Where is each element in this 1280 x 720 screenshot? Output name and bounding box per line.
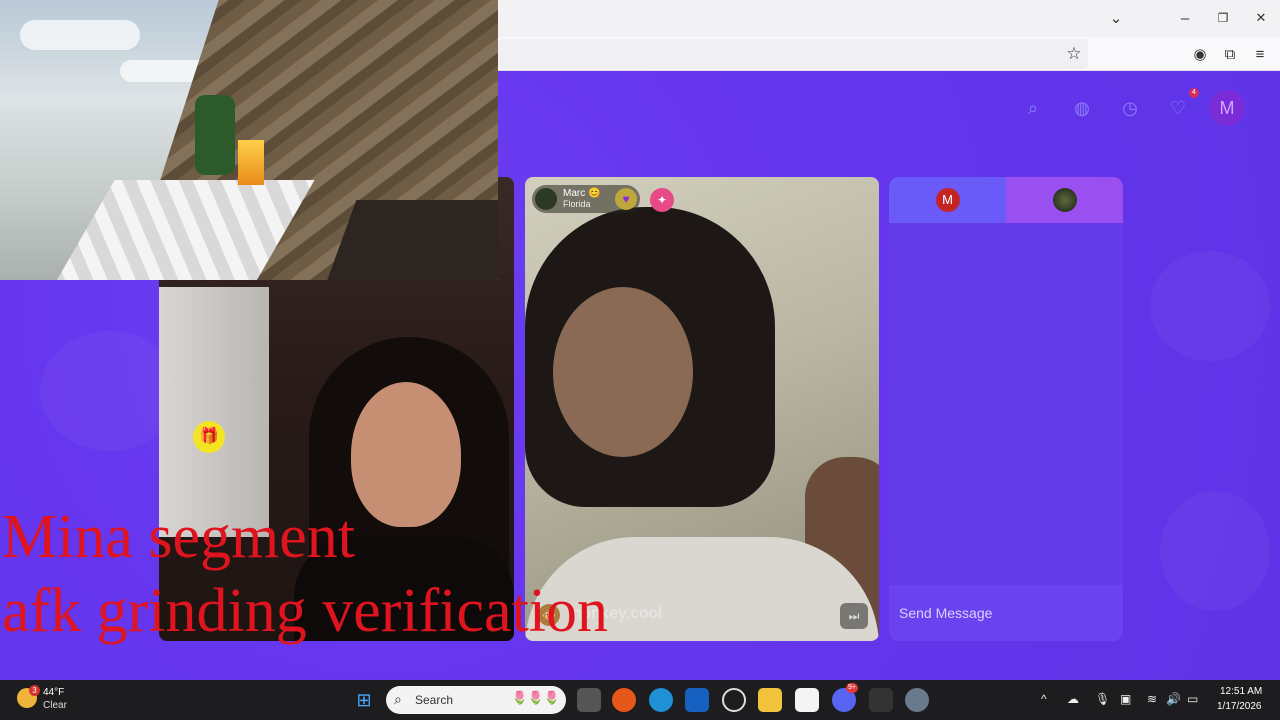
messages-badge: 4 [1189,88,1199,98]
my-avatar: M [935,188,960,212]
tray-chevron-icon[interactable]: ^ [1041,692,1047,706]
restore-icon[interactable]: ❐ [1210,5,1236,31]
edge-icon[interactable] [649,688,673,712]
search-icon: ⌕ [394,691,402,707]
taskbar-search-label: Search [415,693,454,707]
app-icon[interactable] [869,688,893,712]
chatgpt-icon[interactable] [722,688,746,712]
caption-line-1: Mina segment [2,503,355,571]
minimize-icon[interactable]: – [1172,5,1198,31]
address-bar[interactable] [498,39,1088,69]
volume-icon[interactable]: 🔊 [1166,692,1181,706]
history-icon[interactable]: ◷ [1116,93,1144,123]
background-blob [1160,491,1270,611]
clock-time[interactable]: 12:51 AM [1220,686,1262,697]
send-message-input[interactable]: Send Message [889,585,1123,641]
partner-avatar [1052,188,1077,212]
video-person-face [553,287,693,457]
clock-date[interactable]: 1/17/2026 [1217,701,1262,712]
remote-user-chip[interactable]: Marc 😊 Florida ♥ [532,185,640,213]
battery-icon[interactable]: ▭ [1187,692,1198,706]
user-badge-icon: ✦ [650,188,674,212]
coins-icon[interactable]: ◍ [1068,93,1096,123]
heart-icon[interactable]: ♥ [615,188,637,210]
task-view-icon[interactable] [577,688,601,712]
sky-cloud [20,20,140,50]
wifi-icon[interactable]: ≋ [1147,692,1157,706]
chat-tab-me[interactable]: M [889,177,1006,223]
close-icon[interactable]: ✕ [1248,5,1274,31]
star-icon[interactable]: ☆ [1061,41,1087,67]
caption-overlay: Mina segment afk grinding verification [2,500,608,648]
file-explorer-icon[interactable] [758,688,782,712]
chat-tab-partner[interactable] [1006,177,1123,223]
extensions-icon[interactable]: ⧉ [1217,41,1243,67]
weather-temperature: 44°F [43,687,65,698]
search-icon[interactable]: ⌕ [1019,93,1047,123]
profile-avatar[interactable]: M [1209,90,1245,126]
store-icon[interactable] [795,688,819,712]
chat-panel: M Send Message [889,177,1123,641]
onedrive-icon[interactable]: ☁ [1067,692,1079,706]
microphone-icon[interactable]: 🎙 [1095,692,1110,706]
background-blob [1150,251,1270,361]
game-overlay-video [0,0,498,280]
skip-icon[interactable]: ⏭ [840,603,868,629]
weather-condition: Clear [43,700,67,711]
remote-user-avatar [535,188,557,210]
discord-badge: 9+ [846,683,858,693]
outlook-icon[interactable] [685,688,709,712]
display-icon[interactable]: ▣ [1120,692,1131,706]
weather-badge: 3 [29,685,40,696]
gift-icon[interactable]: 🎁 [193,421,225,453]
settings-icon[interactable] [905,688,929,712]
send-message-placeholder: Send Message [899,605,993,621]
remote-user-info: Marc 😊 Florida [563,188,600,210]
windows-taskbar: 3 44°F Clear ⊞ ⌕ Search 🌷🌷🌷 9+ ^ ☁ 🎙 ▣ ≋… [0,680,1280,720]
lantern-block [238,140,264,185]
remote-user-name: Marc 😊 [563,188,601,199]
menu-icon[interactable]: ≡ [1247,41,1273,67]
block-tree [195,95,235,175]
windows-start-icon[interactable]: ⊞ [352,688,376,712]
firefox-icon[interactable] [612,688,636,712]
search-decoration: 🌷🌷🌷 [511,690,560,705]
account-icon[interactable]: ◉ [1187,41,1213,67]
messages-icon[interactable]: ♡ [1164,93,1192,123]
taskbar-search[interactable]: ⌕ Search 🌷🌷🌷 [386,686,566,714]
caption-line-2: afk grinding verification [2,577,609,645]
chevron-down-icon[interactable]: ⌄ [1103,5,1129,31]
remote-user-location: Florida [563,199,591,209]
